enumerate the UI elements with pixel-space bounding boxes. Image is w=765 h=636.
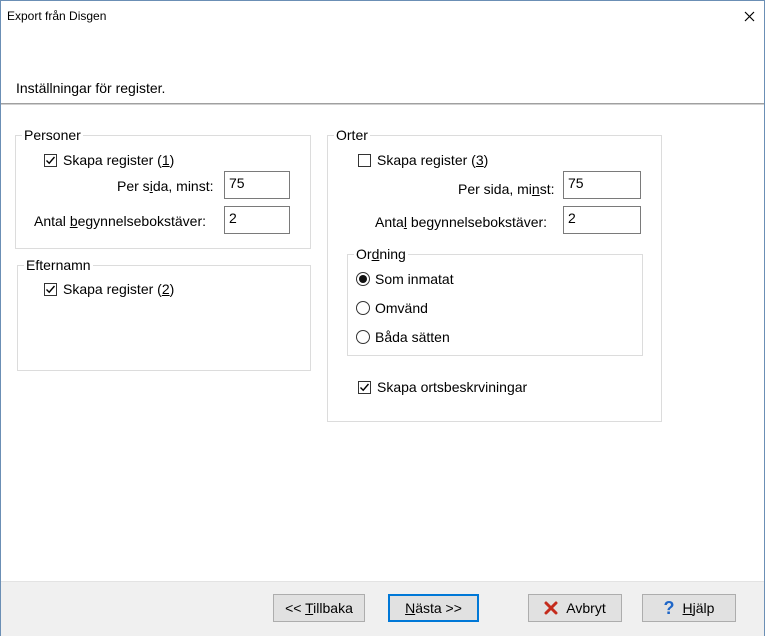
close-icon	[744, 11, 754, 21]
group-orter: Orter Skapa register (3) Per sida, minst…	[327, 127, 662, 422]
next-button[interactable]: Nästa >>	[388, 594, 479, 622]
personer-create-register-checkbox[interactable]: Skapa register (1)	[44, 152, 174, 168]
checkbox-box	[358, 153, 371, 167]
back-button[interactable]: << Tillbaka	[273, 594, 365, 622]
next-button-label: Nästa >>	[405, 600, 462, 616]
group-personer: Personer Skapa register (1) Per sida, mi…	[15, 127, 311, 249]
question-mark-icon: ?	[663, 598, 675, 618]
personer-initials-input[interactable]: 2	[224, 206, 290, 234]
button-bar: << Tillbaka Nästa >> Avbryt ? Hjälp	[1, 581, 764, 636]
orter-place-descriptions-label: Skapa ortsbeskrviningar	[377, 379, 528, 395]
cancel-button[interactable]: Avbryt	[528, 594, 622, 622]
orter-initials-label: Antal begynnelsebokstäver:	[375, 214, 548, 230]
personer-per-page-label: Per sida, minst:	[117, 178, 214, 194]
checkbox-box	[44, 282, 57, 296]
personer-per-page-input[interactable]: 75	[224, 171, 290, 199]
title-bar: Export från Disgen	[1, 1, 764, 31]
back-button-label: << Tillbaka	[285, 600, 353, 616]
efternamn-create-register-label: Skapa register (2)	[63, 281, 175, 297]
help-button[interactable]: ? Hjälp	[642, 594, 736, 622]
settings-panel: Personer Skapa register (1) Per sida, mi…	[1, 104, 764, 581]
radio-label: Som inmatat	[375, 271, 454, 287]
orter-initials-input[interactable]: 2	[563, 206, 641, 234]
group-ordning: Ordning Som inmatat Omvänd Båda sätten	[347, 246, 643, 356]
radio-label: Omvänd	[375, 300, 428, 316]
radio-circle	[356, 301, 370, 315]
personer-initials-label: Antal begynnelsebokstäver:	[34, 213, 207, 229]
radio-bada-satten[interactable]: Båda sätten	[356, 329, 450, 345]
group-efternamn: Efternamn Skapa register (2)	[17, 257, 311, 371]
checkmark-icon	[46, 156, 56, 164]
export-dialog: Export från Disgen Inställningar för reg…	[0, 0, 765, 636]
radio-label: Båda sätten	[375, 329, 450, 345]
checkbox-box	[358, 380, 371, 394]
close-button[interactable]	[734, 1, 764, 31]
efternamn-create-register-checkbox[interactable]: Skapa register (2)	[44, 281, 174, 297]
group-efternamn-legend: Efternamn	[24, 257, 93, 273]
radio-omvand[interactable]: Omvänd	[356, 300, 428, 316]
group-personer-legend: Personer	[22, 127, 83, 143]
checkmark-icon	[360, 383, 370, 391]
cancel-x-icon	[544, 601, 558, 615]
personer-create-register-label: Skapa register (1)	[63, 152, 175, 168]
page-title: Inställningar för register.	[16, 80, 166, 96]
wizard-header: Inställningar för register.	[1, 31, 764, 104]
group-orter-legend: Orter	[334, 127, 370, 143]
radio-circle-selected	[356, 272, 370, 286]
orter-per-page-input[interactable]: 75	[563, 171, 641, 199]
orter-create-register-checkbox[interactable]: Skapa register (3)	[358, 152, 488, 168]
window-title: Export från Disgen	[7, 9, 107, 23]
radio-circle	[356, 330, 370, 344]
orter-create-register-label: Skapa register (3)	[377, 152, 489, 168]
radio-som-inmatat[interactable]: Som inmatat	[356, 271, 454, 287]
orter-place-descriptions-checkbox[interactable]: Skapa ortsbeskrviningar	[358, 379, 527, 395]
checkbox-box	[44, 153, 57, 167]
checkmark-icon	[46, 285, 56, 293]
group-ordning-legend: Ordning	[354, 246, 408, 262]
cancel-button-label: Avbryt	[566, 600, 606, 616]
help-button-label: Hjälp	[682, 600, 715, 616]
orter-per-page-label: Per sida, minst:	[458, 181, 555, 197]
